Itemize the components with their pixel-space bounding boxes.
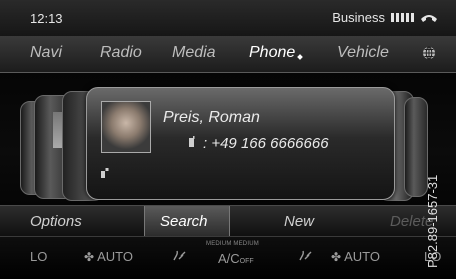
left-auto-label: AUTO [97,249,133,264]
status-bar: 12:13 Business [0,0,456,36]
climate-bar: LO ✤ AUTO MEDIUM MEDIUM A/COFF ✤ AUTO LO [0,236,456,279]
softkey-bar: Options Search New Delete [0,205,456,236]
options-button[interactable]: Options [30,213,82,230]
new-contact-button[interactable]: New [284,213,314,230]
ac-label: A/C [218,251,240,266]
phone-submenu-marker-icon [297,54,303,60]
clock: 12:13 [30,11,63,26]
contact-carousel: Preis, Roman : +49 166 6666666 [0,73,456,205]
main-menu-bar: Navi Radio Media Phone Vehicle [0,36,456,73]
contact-type-icon [100,166,110,184]
right-auto-label: AUTO [344,249,380,264]
fan-icon: ✤ [84,249,95,264]
contact-name: Preis, Roman [163,109,260,126]
left-airflow-icon[interactable] [172,249,186,264]
right-auto-control[interactable]: ✤ AUTO [331,249,380,264]
left-auto-control[interactable]: ✤ AUTO [84,249,133,264]
status-right: Business [332,10,438,25]
network-name: Business [332,10,385,25]
contact-number: : +49 166 6666666 [203,135,329,152]
handset-icon [420,13,438,23]
menu-vehicle[interactable]: Vehicle [337,44,389,62]
contact-photo [101,101,151,153]
menu-media[interactable]: Media [172,44,216,62]
contact-card-selected[interactable]: Preis, Roman : +49 166 6666666 [86,87,395,200]
search-button[interactable]: Search [160,213,208,230]
reference-code: P82.89-1657-31 [425,174,440,268]
mobile-phone-icon [188,135,196,153]
menu-radio[interactable]: Radio [100,44,142,62]
fan-icon: ✤ [331,249,342,264]
left-fan-level[interactable]: LO [30,249,47,264]
ac-button[interactable]: A/COFF [218,251,254,266]
signal-bars-icon [391,13,414,22]
ac-state: OFF [239,258,254,265]
globe-icon[interactable] [422,46,436,65]
menu-phone[interactable]: Phone [249,44,295,62]
menu-navi[interactable]: Navi [30,44,62,62]
right-airflow-icon[interactable] [298,249,312,264]
ac-mode-label: MEDIUM MEDIUM [206,241,259,247]
